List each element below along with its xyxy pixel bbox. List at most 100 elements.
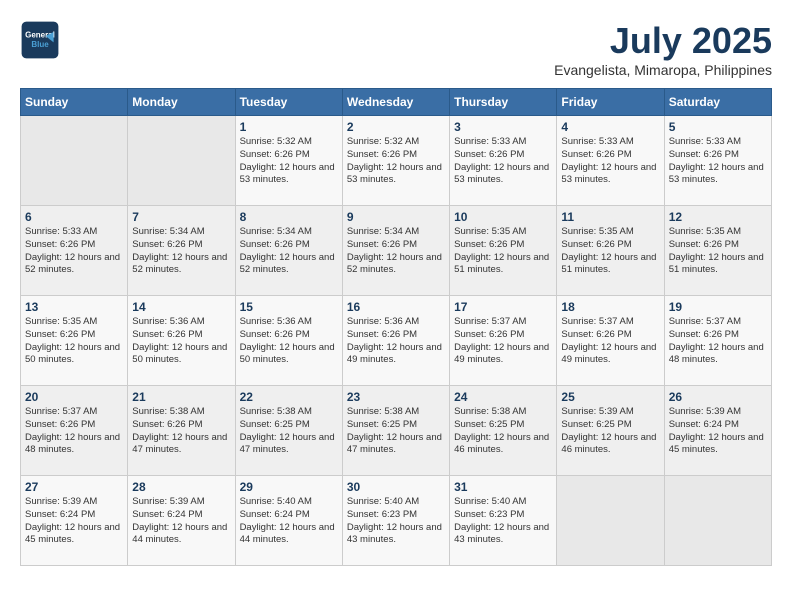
- calendar-cell: 4 Sunrise: 5:33 AM Sunset: 6:26 PM Daylig…: [557, 116, 664, 206]
- day-number: 15: [240, 300, 338, 314]
- title-block: July 2025 Evangelista, Mimaropa, Philipp…: [554, 20, 772, 78]
- calendar-cell: [21, 116, 128, 206]
- day-info: Sunrise: 5:33 AM Sunset: 6:26 PM Dayligh…: [454, 136, 552, 187]
- day-number: 21: [132, 390, 230, 404]
- day-info: Sunrise: 5:35 AM Sunset: 6:26 PM Dayligh…: [561, 226, 659, 277]
- day-info: Sunrise: 5:40 AM Sunset: 6:23 PM Dayligh…: [347, 496, 445, 547]
- day-info: Sunrise: 5:38 AM Sunset: 6:25 PM Dayligh…: [454, 406, 552, 457]
- calendar-cell: 3 Sunrise: 5:33 AM Sunset: 6:26 PM Daylig…: [450, 116, 557, 206]
- day-info: Sunrise: 5:37 AM Sunset: 6:26 PM Dayligh…: [561, 316, 659, 367]
- calendar-cell: 17 Sunrise: 5:37 AM Sunset: 6:26 PM Dayli…: [450, 296, 557, 386]
- day-info: Sunrise: 5:33 AM Sunset: 6:26 PM Dayligh…: [561, 136, 659, 187]
- month-year: July 2025: [554, 20, 772, 62]
- day-number: 13: [25, 300, 123, 314]
- day-info: Sunrise: 5:33 AM Sunset: 6:26 PM Dayligh…: [669, 136, 767, 187]
- day-info: Sunrise: 5:32 AM Sunset: 6:26 PM Dayligh…: [240, 136, 338, 187]
- day-number: 10: [454, 210, 552, 224]
- day-info: Sunrise: 5:36 AM Sunset: 6:26 PM Dayligh…: [132, 316, 230, 367]
- svg-text:Blue: Blue: [31, 40, 49, 49]
- day-number: 16: [347, 300, 445, 314]
- day-number: 4: [561, 120, 659, 134]
- day-info: Sunrise: 5:39 AM Sunset: 6:25 PM Dayligh…: [561, 406, 659, 457]
- day-number: 20: [25, 390, 123, 404]
- day-number: 28: [132, 480, 230, 494]
- day-number: 17: [454, 300, 552, 314]
- weekday-header-tuesday: Tuesday: [235, 89, 342, 116]
- calendar-cell: 28 Sunrise: 5:39 AM Sunset: 6:24 PM Dayli…: [128, 476, 235, 566]
- calendar-cell: 2 Sunrise: 5:32 AM Sunset: 6:26 PM Daylig…: [342, 116, 449, 206]
- day-number: 31: [454, 480, 552, 494]
- calendar-cell: 5 Sunrise: 5:33 AM Sunset: 6:26 PM Daylig…: [664, 116, 771, 206]
- weekday-header-wednesday: Wednesday: [342, 89, 449, 116]
- calendar-cell: 26 Sunrise: 5:39 AM Sunset: 6:24 PM Dayli…: [664, 386, 771, 476]
- calendar-cell: 19Sunrise: 5:37 AM Sunset: 6:26 PM Dayli…: [664, 296, 771, 386]
- day-info: Sunrise: 5:39 AM Sunset: 6:24 PM Dayligh…: [132, 496, 230, 547]
- calendar-cell: 1 Sunrise: 5:32 AM Sunset: 6:26 PM Daylig…: [235, 116, 342, 206]
- calendar-cell: 31 Sunrise: 5:40 AM Sunset: 6:23 PM Dayli…: [450, 476, 557, 566]
- weekday-header-monday: Monday: [128, 89, 235, 116]
- day-info: Sunrise: 5:38 AM Sunset: 6:26 PM Dayligh…: [132, 406, 230, 457]
- calendar-cell: 7 Sunrise: 5:34 AM Sunset: 6:26 PM Daylig…: [128, 206, 235, 296]
- day-number: 3: [454, 120, 552, 134]
- day-number: 1: [240, 120, 338, 134]
- day-info: Sunrise: 5:37 AM Sunset: 6:26 PM Dayligh…: [25, 406, 123, 457]
- day-number: 22: [240, 390, 338, 404]
- calendar-cell: 8 Sunrise: 5:34 AM Sunset: 6:26 PM Daylig…: [235, 206, 342, 296]
- calendar-cell: 24 Sunrise: 5:38 AM Sunset: 6:25 PM Dayli…: [450, 386, 557, 476]
- day-number: 2: [347, 120, 445, 134]
- calendar-cell: 25 Sunrise: 5:39 AM Sunset: 6:25 PM Dayli…: [557, 386, 664, 476]
- day-number: 5: [669, 120, 767, 134]
- calendar-cell: 16 Sunrise: 5:36 AM Sunset: 6:26 PM Dayli…: [342, 296, 449, 386]
- calendar-cell: [128, 116, 235, 206]
- calendar-cell: 14 Sunrise: 5:36 AM Sunset: 6:26 PM Dayli…: [128, 296, 235, 386]
- calendar-cell: [664, 476, 771, 566]
- day-number: 23: [347, 390, 445, 404]
- day-info: Sunrise: 5:35 AM Sunset: 6:26 PM Dayligh…: [25, 316, 123, 367]
- day-info: Sunrise: 5:40 AM Sunset: 6:24 PM Dayligh…: [240, 496, 338, 547]
- weekday-header-saturday: Saturday: [664, 89, 771, 116]
- calendar-cell: 6Sunrise: 5:33 AM Sunset: 6:26 PM Daylig…: [21, 206, 128, 296]
- day-info: Sunrise: 5:40 AM Sunset: 6:23 PM Dayligh…: [454, 496, 552, 547]
- logo-icon: General Blue: [20, 20, 60, 60]
- day-info: Sunrise: 5:34 AM Sunset: 6:26 PM Dayligh…: [132, 226, 230, 277]
- day-info: Sunrise: 5:36 AM Sunset: 6:26 PM Dayligh…: [240, 316, 338, 367]
- day-number: 25: [561, 390, 659, 404]
- calendar-cell: 10 Sunrise: 5:35 AM Sunset: 6:26 PM Dayli…: [450, 206, 557, 296]
- location: Evangelista, Mimaropa, Philippines: [554, 62, 772, 78]
- calendar-cell: 12 Sunrise: 5:35 AM Sunset: 6:26 PM Dayli…: [664, 206, 771, 296]
- day-info: Sunrise: 5:32 AM Sunset: 6:26 PM Dayligh…: [347, 136, 445, 187]
- calendar-cell: 11Sunrise: 5:35 AM Sunset: 6:26 PM Dayli…: [557, 206, 664, 296]
- day-info: Sunrise: 5:38 AM Sunset: 6:25 PM Dayligh…: [347, 406, 445, 457]
- day-info: Sunrise: 5:39 AM Sunset: 6:24 PM Dayligh…: [25, 496, 123, 547]
- day-info: Sunrise: 5:34 AM Sunset: 6:26 PM Dayligh…: [347, 226, 445, 277]
- calendar-cell: [557, 476, 664, 566]
- calendar-cell: 23 Sunrise: 5:38 AM Sunset: 6:25 PM Dayli…: [342, 386, 449, 476]
- calendar: SundayMondayTuesdayWednesdayThursdayFrid…: [20, 88, 772, 566]
- day-number: 8: [240, 210, 338, 224]
- calendar-cell: 29 Sunrise: 5:40 AM Sunset: 6:24 PM Dayli…: [235, 476, 342, 566]
- day-number: 12: [669, 210, 767, 224]
- day-number: 27: [25, 480, 123, 494]
- day-number: 14: [132, 300, 230, 314]
- calendar-cell: 13 Sunrise: 5:35 AM Sunset: 6:26 PM Dayli…: [21, 296, 128, 386]
- day-info: Sunrise: 5:38 AM Sunset: 6:25 PM Dayligh…: [240, 406, 338, 457]
- weekday-header-friday: Friday: [557, 89, 664, 116]
- calendar-cell: 20 Sunrise: 5:37 AM Sunset: 6:26 PM Dayli…: [21, 386, 128, 476]
- day-info: Sunrise: 5:35 AM Sunset: 6:26 PM Dayligh…: [454, 226, 552, 277]
- day-info: Sunrise: 5:36 AM Sunset: 6:26 PM Dayligh…: [347, 316, 445, 367]
- calendar-cell: 22 Sunrise: 5:38 AM Sunset: 6:25 PM Dayli…: [235, 386, 342, 476]
- calendar-cell: 9Sunrise: 5:34 AM Sunset: 6:26 PM Daylig…: [342, 206, 449, 296]
- day-number: 24: [454, 390, 552, 404]
- calendar-cell: 21 Sunrise: 5:38 AM Sunset: 6:26 PM Dayli…: [128, 386, 235, 476]
- day-number: 29: [240, 480, 338, 494]
- day-info: Sunrise: 5:37 AM Sunset: 6:26 PM Dayligh…: [454, 316, 552, 367]
- day-info: Sunrise: 5:39 AM Sunset: 6:24 PM Dayligh…: [669, 406, 767, 457]
- day-number: 19: [669, 300, 767, 314]
- day-number: 30: [347, 480, 445, 494]
- day-number: 7: [132, 210, 230, 224]
- calendar-cell: 18Sunrise: 5:37 AM Sunset: 6:26 PM Dayli…: [557, 296, 664, 386]
- day-info: Sunrise: 5:35 AM Sunset: 6:26 PM Dayligh…: [669, 226, 767, 277]
- day-number: 26: [669, 390, 767, 404]
- day-info: Sunrise: 5:34 AM Sunset: 6:26 PM Dayligh…: [240, 226, 338, 277]
- weekday-header-thursday: Thursday: [450, 89, 557, 116]
